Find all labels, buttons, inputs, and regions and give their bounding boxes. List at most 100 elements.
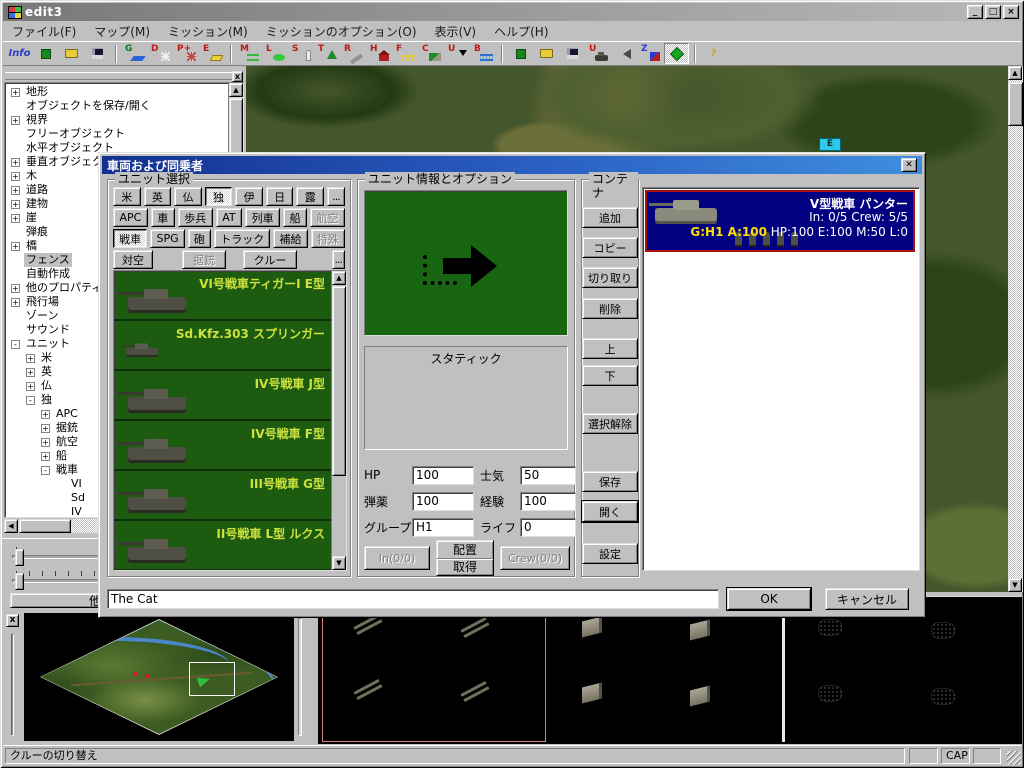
tree-expand-icon[interactable]: + — [41, 410, 50, 419]
scroll-up-icon[interactable]: ▲ — [332, 271, 346, 285]
scrollbar-thumb[interactable] — [1008, 82, 1023, 126]
class-car-button[interactable]: 車 — [151, 208, 175, 227]
unit-list-item[interactable]: III号戦車 G型 — [114, 471, 331, 521]
map-vertical-scrollbar[interactable]: ▲ ▼ — [1008, 66, 1023, 592]
lake-button[interactable]: L — [263, 43, 288, 64]
settings-button[interactable]: 設定 — [582, 543, 638, 564]
hp-field[interactable] — [412, 466, 474, 485]
deselect-button[interactable]: 選択解除 — [582, 413, 638, 434]
life-field[interactable] — [520, 518, 576, 537]
class-infantry-button[interactable]: 歩兵 — [178, 208, 213, 227]
class-supply-button[interactable]: 補給 — [273, 229, 307, 248]
tree-item-save-open-objects[interactable]: オブジェクトを保存/開く — [7, 99, 227, 113]
scroll-up-icon[interactable]: ▲ — [1008, 66, 1022, 80]
open-map-button[interactable] — [59, 43, 84, 64]
menu-file[interactable]: ファイル(F) — [3, 21, 85, 42]
eraser-button[interactable]: E — [200, 43, 225, 64]
unit-list-item[interactable]: IV号戦車 J型 — [114, 371, 331, 421]
unit-list-item[interactable]: Sd.Kfz.303 スプリンガー — [114, 321, 331, 371]
tree-expand-icon[interactable]: + — [11, 88, 20, 97]
tree-item-terrain[interactable]: +地形 — [7, 85, 227, 99]
tree-item-free-objects[interactable]: フリーオブジェクト — [7, 127, 227, 141]
morale-field[interactable] — [520, 466, 576, 485]
scroll-down-icon[interactable]: ▼ — [332, 556, 346, 570]
delete-button[interactable]: 削除 — [582, 298, 638, 319]
country-japan-button[interactable]: 日 — [266, 187, 294, 206]
resize-grip[interactable] — [1007, 751, 1021, 765]
copy-button[interactable]: コピー — [582, 237, 638, 258]
tree-expand-icon[interactable]: + — [11, 116, 20, 125]
menu-mission[interactable]: ミッション(M) — [159, 21, 257, 42]
country-russia-button[interactable]: 露 — [296, 187, 324, 206]
tree-expand-icon[interactable]: - — [41, 466, 50, 475]
scrollbar-thumb[interactable] — [19, 519, 71, 533]
menu-map[interactable]: マップ(M) — [85, 21, 159, 42]
menu-mission-options[interactable]: ミッションのオプション(O) — [257, 21, 426, 42]
house-button[interactable]: H — [367, 43, 392, 64]
minimap-close-icon[interactable]: x — [6, 614, 19, 627]
ok-button[interactable]: OK — [727, 588, 811, 610]
tree-expand-icon[interactable]: + — [26, 354, 35, 363]
tree-expand-icon[interactable]: + — [11, 158, 20, 167]
scroll-down-icon[interactable]: ▼ — [1008, 578, 1022, 592]
country-uk-button[interactable]: 英 — [144, 187, 172, 206]
group-field[interactable] — [412, 518, 474, 537]
info-button[interactable]: Info — [7, 43, 32, 64]
minimap[interactable] — [24, 613, 294, 741]
direction-arrow-icon[interactable] — [435, 243, 505, 289]
cliff-button[interactable]: C — [419, 43, 444, 64]
panel-gripper[interactable]: x — [5, 72, 243, 80]
country-france-button[interactable]: 仏 — [174, 187, 202, 206]
menu-help[interactable]: ヘルプ(H) — [485, 21, 557, 42]
grid-button[interactable]: G — [122, 43, 147, 64]
tree-expand-icon[interactable]: + — [26, 368, 35, 377]
save-map-button[interactable] — [85, 43, 110, 64]
up-button[interactable]: 上 — [582, 338, 638, 359]
unit-list-scrollbar[interactable]: ▲ ▼ — [331, 271, 346, 570]
cut-button[interactable]: 切り取り — [582, 267, 638, 288]
minimap-left-slider[interactable] — [11, 634, 14, 736]
tree-item-view-range[interactable]: +視界 — [7, 113, 227, 127]
minimap-viewport[interactable] — [189, 662, 235, 696]
pointer-button[interactable] — [664, 43, 689, 64]
unit-name-input[interactable] — [107, 589, 719, 609]
cancel-button[interactable]: キャンセル — [825, 588, 909, 610]
minimize-button[interactable]: _ — [967, 5, 983, 19]
panel-close-icon[interactable]: x — [232, 71, 243, 82]
minimap-right-slider[interactable] — [298, 618, 302, 736]
fence-tile[interactable] — [550, 599, 776, 742]
tree-expand-icon[interactable]: - — [26, 396, 35, 405]
class-aa-button[interactable]: 対空 — [113, 250, 153, 269]
unit-dropdown-button[interactable]: U — [445, 43, 470, 64]
container-list[interactable]: V型戦車 パンター In: 0/5 Crew: 5/5 G:H1 A:100 H… — [642, 187, 920, 571]
ammo-field[interactable] — [412, 492, 474, 511]
class-more-button[interactable]: ... — [332, 250, 346, 269]
fence-tile[interactable] — [782, 599, 1020, 742]
tree-expand-icon[interactable]: + — [11, 284, 20, 293]
clear-objects-button[interactable]: D — [148, 43, 173, 64]
bridge-button[interactable]: B — [471, 43, 496, 64]
class-tank-button[interactable]: 戦車 — [113, 229, 147, 248]
dialog-close-icon[interactable]: ✕ — [901, 158, 917, 172]
unit-list-item[interactable]: VI号戦車ティガーI E型 — [114, 271, 331, 321]
tree-expand-icon[interactable]: + — [11, 186, 20, 195]
road-button[interactable]: R — [341, 43, 366, 64]
scrollbar-thumb[interactable] — [229, 98, 243, 156]
container-item-selected[interactable]: V型戦車 パンター In: 0/5 Crew: 5/5 G:H1 A:100 H… — [645, 190, 915, 252]
save-container-button[interactable]: 保存 — [582, 471, 638, 492]
units-button[interactable]: U — [586, 43, 611, 64]
marsh-button[interactable]: M — [237, 43, 262, 64]
scroll-up-icon[interactable]: ▲ — [229, 83, 243, 97]
class-ship-button[interactable]: 船 — [283, 208, 307, 227]
class-apc-button[interactable]: APC — [113, 208, 148, 227]
class-at-button[interactable]: AT — [216, 208, 242, 227]
tree-expand-icon[interactable]: + — [26, 382, 35, 391]
save-mission-button[interactable] — [560, 43, 585, 64]
experience-field[interactable] — [520, 492, 576, 511]
class-crew-button[interactable]: クルー — [243, 250, 297, 269]
down-button[interactable]: 下 — [582, 365, 638, 386]
unit-list-item[interactable]: IV号戦車 F型 — [114, 421, 331, 471]
points-button[interactable]: P+ — [174, 43, 199, 64]
open-mission-button[interactable] — [534, 43, 559, 64]
tree-expand-icon[interactable]: + — [11, 242, 20, 251]
